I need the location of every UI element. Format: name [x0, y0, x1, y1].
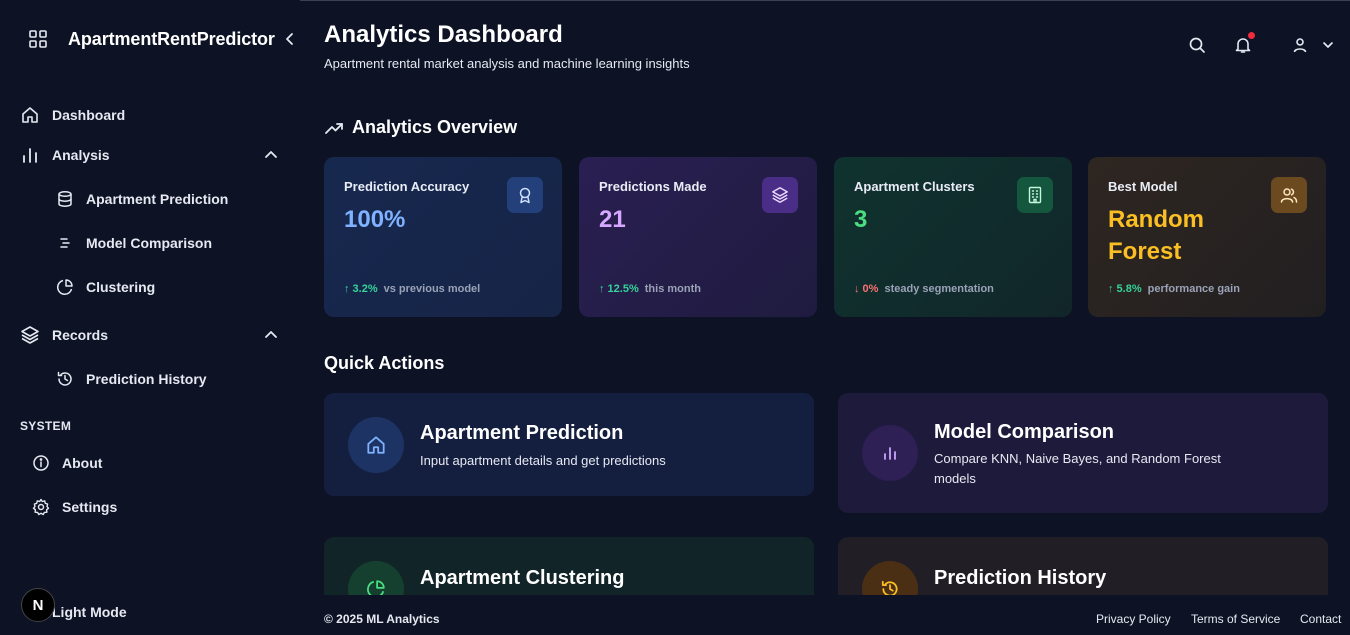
sidebar-item-label: About [62, 455, 103, 471]
history-icon [57, 371, 72, 386]
notification-dot [1248, 32, 1255, 39]
quick-action-title: Apartment Prediction [420, 422, 624, 444]
quick-actions-title: Quick Actions [324, 353, 445, 373]
home-icon [348, 417, 404, 473]
gear-icon [32, 498, 50, 516]
layers-icon [21, 326, 39, 344]
sidebar: ApartmentRentPredictor Dashboard Analysi… [0, 0, 300, 635]
quick-action-title: Model Comparison [934, 421, 1115, 443]
contact-link[interactable]: Contact [1300, 612, 1341, 626]
sidebar-item-label: Records [52, 327, 109, 343]
stat-trend: ↑ 3.2% vs previous model [344, 283, 480, 295]
analytics-overview-title: Analytics Overview [324, 117, 517, 138]
sidebar-item-label: Analysis [52, 147, 110, 163]
stat-label: Apartment Clusters [854, 179, 975, 194]
stat-card-prediction-accuracy[interactable]: Prediction Accuracy 100% ↑ 3.2% vs previo… [324, 157, 562, 317]
page-subtitle: Apartment rental market analysis and mac… [324, 56, 690, 71]
list-icon [60, 238, 70, 248]
sidebar-item-clustering[interactable]: Clustering [56, 275, 155, 299]
stat-value-line: Random [1108, 206, 1204, 233]
trending-up-icon [325, 122, 343, 134]
privacy-policy-link[interactable]: Privacy Policy [1096, 612, 1171, 626]
database-icon [58, 191, 72, 207]
stat-trend: ↓ 0% steady segmentation [854, 283, 994, 295]
sidebar-item-label: Model Comparison [86, 235, 213, 251]
stat-card-apartment-clusters[interactable]: Apartment Clusters 3 ↓ 0% steady segmenta… [834, 157, 1072, 317]
award-icon [507, 177, 543, 213]
bar-chart-icon [862, 425, 918, 481]
n-badge[interactable]: N [21, 588, 55, 622]
collapse-sidebar-button[interactable] [282, 30, 298, 48]
quick-action-apartment-prediction[interactable]: Apartment Prediction Input apartment det… [324, 393, 814, 496]
footer-copyright: © 2025 ML Analytics [324, 612, 440, 626]
sidebar-item-dashboard[interactable]: Dashboard [20, 103, 125, 127]
quick-action-model-comparison[interactable]: Model Comparison Compare KNN, Naive Baye… [838, 393, 1328, 513]
home-icon [22, 107, 38, 123]
trend-value: ↑ 3.2% [344, 283, 378, 295]
chevron-down-icon[interactable] [1321, 35, 1335, 55]
info-icon [33, 455, 49, 471]
quick-action-title: Prediction History [934, 567, 1107, 589]
trend-value: ↓ 0% [854, 283, 879, 295]
stat-value: Random Forest [1108, 204, 1204, 268]
quick-action-title: Apartment Clustering [420, 567, 625, 589]
footer: © 2025 ML Analytics Privacy Policy Terms… [300, 595, 1350, 635]
chevron-up-icon[interactable] [264, 148, 278, 162]
sidebar-item-model-comparison[interactable]: Model Comparison [56, 231, 212, 255]
building-icon [1017, 177, 1053, 213]
stat-label: Predictions Made [599, 179, 707, 194]
search-icon[interactable] [1187, 35, 1207, 55]
sidebar-item-apartment-prediction[interactable]: Apartment Prediction [56, 187, 228, 211]
trend-note: vs previous model [383, 283, 481, 295]
sidebar-item-about[interactable]: About [32, 451, 102, 475]
trend-note: steady segmentation [884, 283, 994, 295]
stat-value: 100% [344, 206, 406, 233]
stat-trend: ↑ 5.8% performance gain [1108, 283, 1240, 295]
stat-card-predictions-made[interactable]: Predictions Made 21 ↑ 12.5% this month [579, 157, 817, 317]
trend-value: ↑ 5.8% [1108, 283, 1142, 295]
grid-icon[interactable] [28, 29, 48, 49]
sidebar-item-label: Apartment Prediction [86, 191, 229, 207]
sidebar-item-label: Dashboard [52, 107, 126, 123]
stat-trend: ↑ 12.5% this month [599, 283, 701, 295]
quick-action-desc: Compare KNN, Naive Bayes, and Random For… [934, 451, 1221, 486]
stat-value: 3 [854, 206, 868, 233]
chevron-up-icon[interactable] [264, 328, 278, 342]
trend-note: performance gain [1147, 283, 1240, 295]
system-section-label: SYSTEM [20, 419, 72, 433]
terms-of-service-link[interactable]: Terms of Service [1191, 612, 1280, 626]
stat-label: Prediction Accuracy [344, 179, 470, 194]
light-mode-toggle[interactable]: Light Mode [52, 604, 127, 620]
stat-label: Best Model [1108, 179, 1178, 194]
analytics-overview-label: Analytics Overview [352, 117, 518, 137]
pie-chart-icon [57, 279, 73, 295]
quick-action-desc: Input apartment details and get predicti… [420, 453, 666, 468]
trend-note: this month [644, 283, 701, 295]
stat-value-line: Forest [1108, 238, 1182, 265]
brand-title[interactable]: ApartmentRentPredictor [68, 29, 275, 50]
sidebar-item-prediction-history[interactable]: Prediction History [56, 367, 207, 391]
layers-icon [762, 177, 798, 213]
sidebar-item-label: Clustering [86, 279, 156, 295]
sidebar-item-label: Prediction History [86, 371, 207, 387]
sidebar-item-records[interactable]: Records [20, 323, 108, 347]
sidebar-item-analysis[interactable]: Analysis [20, 143, 110, 167]
sidebar-item-label: Settings [62, 499, 118, 515]
users-icon [1271, 177, 1307, 213]
stat-card-best-model[interactable]: Best Model Random Forest ↑ 5.8% performanc… [1088, 157, 1326, 317]
trend-value: ↑ 12.5% [599, 283, 639, 295]
user-icon[interactable] [1290, 35, 1310, 55]
page-title: Analytics Dashboard [324, 21, 563, 48]
stat-value: 21 [599, 206, 626, 233]
bar-chart-icon [23, 148, 37, 163]
sidebar-item-settings[interactable]: Settings [32, 495, 117, 519]
